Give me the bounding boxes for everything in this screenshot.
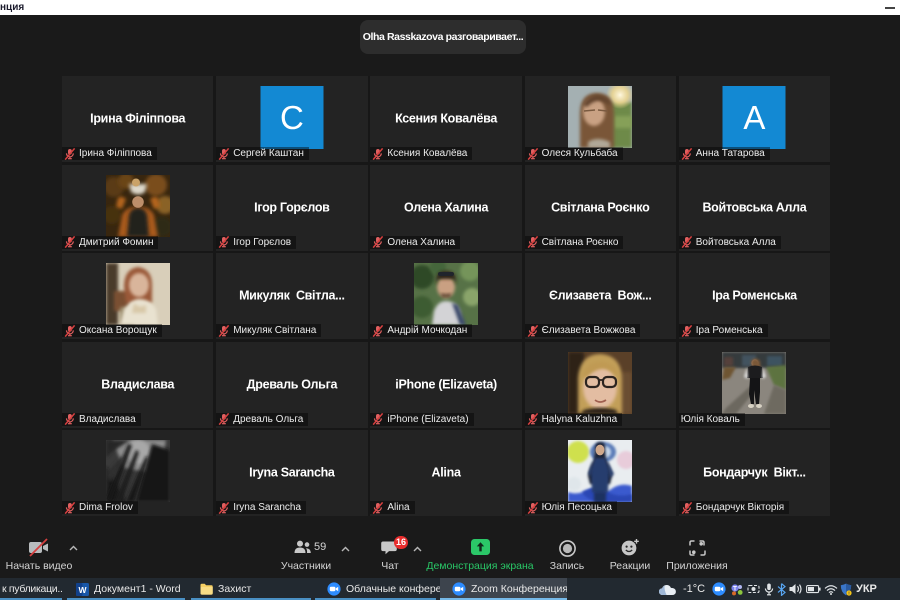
svg-text:T: T (733, 585, 737, 592)
svg-text:W: W (78, 584, 87, 594)
